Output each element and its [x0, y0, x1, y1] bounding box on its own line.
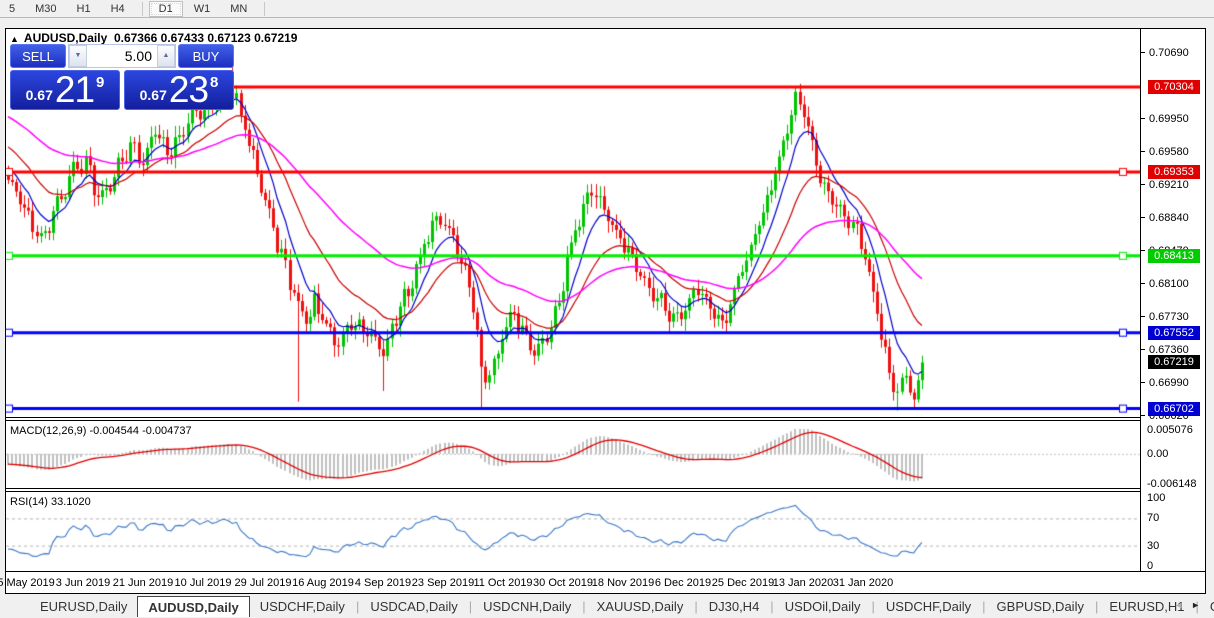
macd-scale-label: 0.00: [1147, 448, 1169, 460]
tab-usdchf-daily[interactable]: USDCHF,Daily: [876, 596, 981, 617]
timeframe-button-H4[interactable]: H4: [102, 2, 134, 16]
date-label: 23 Sep 2019: [411, 577, 475, 589]
tab-scroll-left-icon[interactable]: ◄: [1174, 600, 1191, 610]
price-axis: 0.70690 0.69950 0.69580 0.69210 0.68840 0.684…: [1140, 29, 1205, 572]
timeframe-button-M30[interactable]: M30: [26, 2, 65, 16]
chart-symbol-label: AUDUSD,Daily: [23, 31, 108, 45]
chart-title: ▲ AUDUSD,Daily 0.67366 0.67433 0.67123 0.…: [10, 31, 297, 45]
timeframe-button-MN[interactable]: MN: [221, 2, 256, 16]
trading-app: 5 M30 H1 H4 D1 W1 MN ▲ AUDUSD,Daily 0.67366 0.6…: [0, 0, 1214, 618]
sell-price-tile[interactable]: 0.67 21 9: [10, 69, 120, 110]
tab-scroll-nav: ◄►: [1174, 600, 1208, 610]
rsi-scale-label: 70: [1147, 512, 1160, 525]
date-label: 30 Oct 2019: [533, 577, 593, 589]
toolbar-separator: [264, 1, 266, 16]
timeframe-button-D1[interactable]: D1: [148, 0, 183, 17]
date-label: 18 Nov 2019: [591, 577, 655, 589]
tab-eurusd-daily[interactable]: EURUSD,Daily: [30, 596, 137, 617]
buy-button[interactable]: BUY: [178, 44, 234, 68]
timeframe-toolbar: 5 M30 H1 H4 D1 W1 MN: [0, 0, 1214, 18]
volume-control: ▼ ▲: [68, 44, 176, 68]
buy-price-big: 23: [168, 69, 209, 110]
date-label: 16 Aug 2019: [292, 577, 354, 589]
macd-scale-label: -0.006148: [1147, 478, 1197, 490]
sell-price-big: 21: [54, 69, 95, 110]
volume-input[interactable]: [87, 45, 157, 67]
sell-price-prefix: 0.67: [25, 87, 53, 103]
date-label: 21 Jun 2019: [112, 577, 174, 589]
date-label: 11 Oct 2019: [473, 577, 533, 589]
buy-price-tile[interactable]: 0.67 23 8: [124, 69, 234, 110]
tab-usdcad-daily[interactable]: USDCAD,Daily: [360, 596, 467, 617]
timeframe-button-H1[interactable]: H1: [68, 2, 100, 16]
rsi-scale-label: 100: [1147, 492, 1166, 504]
macd-rsi-splitter[interactable]: [6, 488, 1205, 492]
price-axis-tick: 0.66990: [1141, 377, 1189, 389]
volume-decrease-button[interactable]: ▼: [69, 45, 87, 67]
date-label: 29 Jul 2019: [234, 577, 292, 589]
price-axis-tick: 0.69210: [1141, 179, 1189, 191]
chart-tab-bar: EURUSD,Daily AUDUSD,Daily USDCHF,Daily | USD…: [0, 595, 1214, 618]
buy-price-prefix: 0.67: [139, 87, 167, 103]
sell-price-pip: 9: [96, 73, 105, 91]
level-price-label: 0.70304: [1148, 80, 1200, 94]
sell-button[interactable]: SELL: [10, 44, 66, 68]
date-label: 15 May 2019: [0, 577, 55, 589]
date-label: 25 Dec 2019: [711, 577, 775, 589]
tab-scroll-right-icon[interactable]: ►: [1191, 600, 1208, 610]
rsi-scale-label: 30: [1147, 539, 1160, 552]
one-click-trade-panel: SELL ▼ ▲ BUY 0.67 21 9 0.67 23 8: [10, 44, 234, 110]
level-price-label: 0.66702: [1148, 401, 1200, 416]
rsi-indicator-label: RSI(14) 33.1020: [10, 496, 91, 508]
tab-dj30-h4[interactable]: DJ30,H4: [699, 596, 770, 617]
tab-audusd-daily[interactable]: AUDUSD,Daily: [137, 596, 250, 617]
tab-xauusd-daily[interactable]: XAUUSD,Daily: [587, 596, 694, 617]
level-price-label: 0.68413: [1148, 248, 1200, 263]
date-axis: 15 May 20193 Jun 201921 Jun 201910 Jul 2…: [0, 571, 1205, 593]
current-price-label: 0.67219: [1148, 355, 1200, 370]
macd-scale-label: 0.005076: [1147, 424, 1193, 436]
date-label: 4 Sep 2019: [354, 577, 412, 589]
price-axis-tick: 0.69580: [1141, 146, 1189, 158]
date-label: 10 Jul 2019: [174, 577, 232, 589]
tab-usdcnh-daily[interactable]: USDCNH,Daily: [473, 596, 581, 617]
volume-increase-button[interactable]: ▲: [157, 45, 175, 67]
date-label: 31 Jan 2020: [832, 577, 894, 589]
toolbar-separator: [141, 1, 143, 16]
macd-indicator-label: MACD(12,26,9) -0.004544 -0.004737: [10, 425, 192, 437]
trade-panel-toggle-icon[interactable]: ▲: [10, 34, 19, 44]
tab-gbpusd-daily[interactable]: GBPUSD,Daily: [987, 596, 1094, 617]
price-axis-tick: 0.68840: [1141, 212, 1189, 224]
price-axis-tick: 0.68100: [1141, 278, 1189, 290]
price-axis-tick: 0.70690: [1141, 47, 1189, 59]
tab-usdchf-daily[interactable]: USDCHF,Daily: [250, 596, 355, 617]
chart-macd-splitter[interactable]: [6, 417, 1205, 421]
level-price-label: 0.69353: [1148, 164, 1200, 179]
level-price-label: 0.67552: [1148, 325, 1200, 340]
date-label: 3 Jun 2019: [55, 577, 111, 589]
chart-ohlc-values: 0.67366 0.67433 0.67123 0.67219: [113, 31, 298, 45]
timeframe-button-5[interactable]: 5: [0, 2, 24, 16]
price-axis-tick: 0.67360: [1141, 344, 1189, 356]
chart-window: ▲ AUDUSD,Daily 0.67366 0.67433 0.67123 0.…: [0, 28, 1206, 594]
timeframe-button-W1[interactable]: W1: [185, 2, 220, 16]
buy-price-pip: 8: [210, 73, 219, 91]
price-axis-tick: 0.67730: [1141, 311, 1189, 323]
date-label: 13 Jan 2020: [772, 577, 834, 589]
price-axis-tick: 0.69950: [1141, 113, 1189, 125]
date-label: 6 Dec 2019: [654, 577, 712, 589]
tab-usdoil-daily[interactable]: USDOil,Daily: [775, 596, 871, 617]
